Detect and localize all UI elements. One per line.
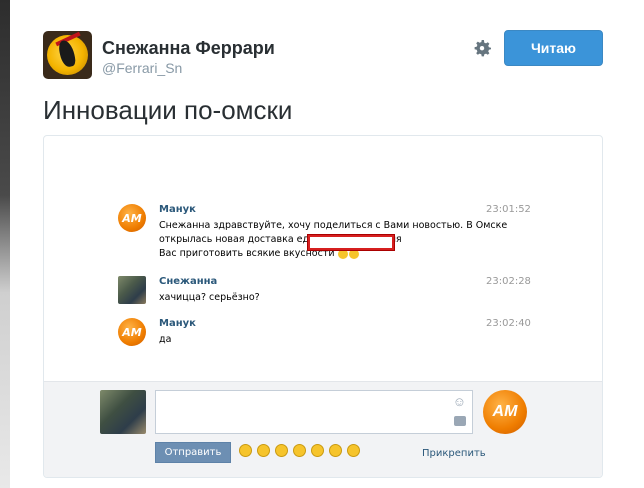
follow-button[interactable]: Читаю: [504, 30, 603, 66]
emoji-icon[interactable]: [275, 444, 288, 457]
recipient-avatar: AM: [483, 390, 527, 434]
emoji-icon[interactable]: [347, 444, 360, 457]
chat-message: AM Манук 23:01:52 Снежанна здравствуйте,…: [118, 204, 538, 262]
smile-icon: [348, 248, 359, 259]
message-author[interactable]: Манук: [159, 318, 196, 329]
camera-icon[interactable]: [454, 416, 466, 426]
own-avatar: [100, 390, 146, 434]
message-time: 23:02:28: [486, 276, 531, 287]
gear-icon[interactable]: [470, 37, 494, 61]
message-time: 23:02:40: [486, 318, 531, 329]
emoji-icon[interactable]: [329, 444, 342, 457]
compose-area: ☺ AM Отправить Прикрепить: [44, 381, 602, 477]
smile-icon: [337, 248, 348, 259]
emoji-icon[interactable]: [257, 444, 270, 457]
tweet-text: Инновации по-омски: [43, 95, 293, 125]
user-display-name[interactable]: Снежанна Феррари: [102, 38, 275, 59]
avatar: [118, 276, 146, 304]
emoji-icon[interactable]: ☺: [453, 394, 466, 409]
profile-avatar[interactable]: [43, 31, 92, 79]
message-input[interactable]: ☺: [155, 390, 473, 434]
message-text: хачицца? серьёзно?: [159, 292, 260, 303]
emoji-icon[interactable]: [311, 444, 324, 457]
avatar: AM: [118, 318, 146, 346]
emoji-bar: [239, 444, 360, 457]
redaction-box: [308, 235, 394, 250]
emoji-icon[interactable]: [239, 444, 252, 457]
message-text: да: [159, 334, 172, 345]
message-author[interactable]: Снежанна: [159, 276, 217, 287]
avatar: AM: [118, 204, 146, 232]
user-handle[interactable]: @Ferrari_Sn: [102, 60, 182, 76]
message-author[interactable]: Манук: [159, 204, 196, 215]
attach-link[interactable]: Прикрепить: [422, 448, 486, 459]
chat-message: Снежанна 23:02:28 хачицца? серьёзно?: [118, 276, 538, 306]
tweet-card: Снежанна Феррари @Ferrari_Sn Читаю Иннов…: [10, 0, 644, 488]
message-time: 23:01:52: [486, 204, 531, 215]
tweet-media-screenshot[interactable]: AM Манук 23:01:52 Снежанна здравствуйте,…: [43, 135, 603, 478]
chat-message: AM Манук 23:02:40 да: [118, 318, 538, 348]
emoji-icon[interactable]: [293, 444, 306, 457]
send-button[interactable]: Отправить: [155, 442, 231, 463]
background-edge: [0, 0, 10, 488]
